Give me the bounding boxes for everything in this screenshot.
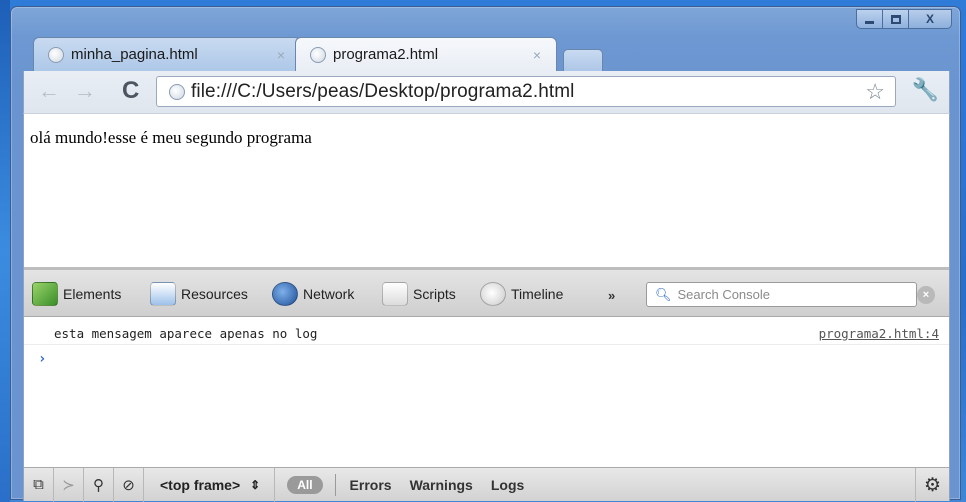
filter-divider [334,473,336,496]
new-tab-button[interactable] [563,49,603,71]
address-bar[interactable]: file:///C:/Users/peas/Desktop/programa2.… [156,76,896,107]
filter-logs-button[interactable]: Logs [491,477,524,493]
devtools-tab-scripts[interactable]: Scripts [382,279,456,309]
url-text[interactable]: file:///C:/Users/peas/Desktop/programa2.… [191,81,865,103]
maximize-button[interactable] [882,9,908,29]
show-console-icon[interactable]: ≻ [54,467,84,502]
inspect-search-icon[interactable]: ⚲ [84,467,114,502]
console-panel: esta mensagem aparece apenas no log prog… [24,317,949,467]
globe-icon [310,46,326,63]
tab-title: minha_pagina.html [71,46,198,63]
close-icon: X [925,12,934,26]
more-tabs-button[interactable]: » [608,288,615,303]
wrench-menu-icon[interactable]: 🔧 [912,77,939,103]
console-prompt[interactable]: › [38,351,46,367]
tab-minha-pagina[interactable]: minha_pagina.html × [33,37,301,71]
devtools-tab-resources[interactable]: Resources [150,279,248,309]
console-message: esta mensagem aparece apenas no log [54,326,318,341]
reload-icon[interactable]: C [122,79,139,103]
window-controls: X [856,9,952,31]
devtools-tab-elements[interactable]: Elements [32,279,121,309]
browser-window: X minha_pagina.html × programa2.html × ←… [10,6,961,502]
tab-title: programa2.html [333,46,439,63]
tab-close-icon[interactable]: × [526,47,548,63]
scripts-icon [382,282,408,306]
page-info-icon[interactable] [169,83,185,100]
elements-icon [32,282,58,306]
developer-tools: Elements Resources Network Scripts Timel… [23,267,950,502]
page-content: olá mundo!esse é meu segundo programa [23,113,950,267]
network-icon [272,282,298,306]
devtools-tab-label: Elements [63,286,122,302]
devtools-tab-label: Network [303,286,355,302]
settings-gear-icon[interactable]: ⚙ [915,468,949,502]
devtools-tab-timeline[interactable]: Timeline [480,279,563,309]
clear-search-icon[interactable]: × [917,286,935,304]
timeline-icon [480,282,506,306]
devtools-tab-label: Resources [181,286,248,302]
forward-arrow-icon[interactable]: → [74,80,96,102]
browser-toolbar: ← → C file:///C:/Users/peas/Desktop/prog… [23,71,950,113]
tab-close-icon[interactable]: × [270,47,292,63]
globe-icon [48,46,64,63]
dock-toggle-icon[interactable]: ⧉ [24,467,54,502]
search-icon: 🔍︎ [655,286,672,302]
clear-console-icon[interactable]: ⊘ [114,467,144,502]
minimize-button[interactable] [856,9,882,29]
console-source-link[interactable]: programa2.html:4 [819,326,939,341]
frame-selector-label: <top frame> [160,476,241,493]
desktop-background [0,0,10,502]
devtools-tab-network[interactable]: Network [272,279,354,309]
filter-all-button[interactable]: All [287,475,323,494]
frame-selector[interactable]: <top frame> ⇕ [144,467,276,502]
minimize-icon [865,20,874,24]
page-text: olá mundo!esse é meu segundo programa [30,128,312,147]
console-message-row: esta mensagem aparece apenas no log prog… [24,323,949,345]
devtools-toolbar: Elements Resources Network Scripts Timel… [24,267,949,317]
filter-warnings-button[interactable]: Warnings [410,477,473,493]
close-window-button[interactable]: X [908,9,952,29]
devtools-tab-label: Scripts [413,286,456,302]
dropdown-arrows-icon: ⇕ [250,477,261,492]
back-arrow-icon[interactable]: ← [38,80,60,102]
resources-icon [150,282,176,306]
tab-programa2[interactable]: programa2.html × [295,37,557,71]
bookmark-star-icon[interactable]: ☆ [865,79,885,105]
search-console-input[interactable]: 🔍︎ Search Console [646,282,917,307]
devtools-status-bar: ⧉ ≻ ⚲ ⊘ <top frame> ⇕ All Errors Warning… [24,467,949,502]
tab-strip: minha_pagina.html × programa2.html × [33,37,733,71]
devtools-tab-label: Timeline [511,286,564,302]
search-placeholder: Search Console [677,287,771,302]
maximize-icon [890,14,901,24]
filter-errors-button[interactable]: Errors [350,477,392,493]
